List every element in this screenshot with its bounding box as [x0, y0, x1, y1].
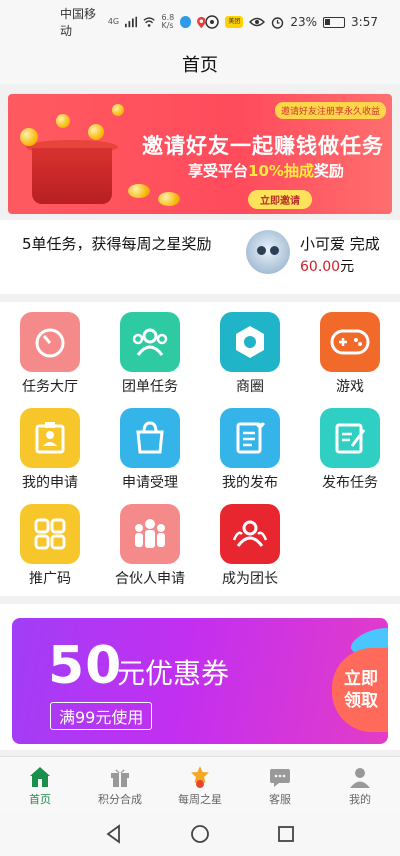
coupon-section: 50 元优惠券 满99元使用 立即 领取	[0, 604, 400, 750]
page-title: 首页	[182, 55, 218, 76]
nfc-icon	[205, 15, 220, 29]
grid-item-group-task[interactable]: 团单任务	[100, 302, 200, 397]
grid-item-become-team-leader[interactable]: 成为团长	[200, 494, 300, 589]
feature-grid: 任务大厅 团单任务 商圈 游戏 我的申请 申请受理 我的发布 发布任务 推广码 …	[0, 302, 400, 596]
grid-item-my-applications[interactable]: 我的申请	[0, 398, 100, 493]
status-bar: 中国移动 4G 6.8 K/s 美团 23% 3:57	[0, 0, 400, 44]
coin-icon	[112, 104, 124, 116]
coin-icon	[56, 114, 70, 128]
carrier-name: 中国移动	[60, 7, 97, 38]
clock: 3:57	[351, 15, 378, 29]
document-heart-icon	[220, 408, 280, 468]
coupon-unit: 元优惠券	[117, 657, 230, 690]
star-medal-icon	[191, 766, 209, 788]
nav-weekly-star[interactable]: 每周之星	[160, 763, 240, 813]
banner-subtitle: 享受平台10%抽成奖励	[188, 162, 344, 180]
shopping-bag-icon	[120, 408, 180, 468]
nav-points[interactable]: 积分合成	[80, 763, 160, 813]
user-icon	[350, 768, 370, 788]
battery-percent: 23%	[290, 15, 318, 29]
page-header: 首页	[0, 44, 400, 84]
home-icon	[30, 767, 50, 787]
system-nav-bar	[0, 812, 400, 856]
grid-item-games[interactable]: 游戏	[300, 302, 400, 397]
gift-box-illustration	[32, 148, 112, 204]
browser-app-icon	[180, 16, 191, 28]
meituan-app-badge: 美团	[225, 16, 244, 28]
invite-now-button[interactable]: 立即邀请	[248, 190, 312, 209]
claim-coupon-button[interactable]: 立即 领取	[332, 648, 388, 732]
people-icon	[120, 504, 180, 564]
coupon-condition: 满99元使用	[50, 702, 153, 730]
grid-item-promo-code[interactable]: 推广码	[0, 494, 100, 589]
id-card-icon	[20, 408, 80, 468]
gamepad-icon	[320, 312, 380, 372]
coin-icon	[158, 192, 180, 206]
timer-icon	[20, 312, 80, 372]
invite-banner[interactable]: 邀请好友注册享永久收益 邀请好友一起赚钱做任务 享受平台10%抽成奖励 立即邀请	[8, 94, 392, 214]
alarm-icon	[272, 16, 284, 29]
coupon-amount: 50	[48, 636, 123, 696]
coin-icon	[128, 184, 150, 198]
reward-amount: 60.00元	[300, 259, 355, 275]
coin-icon	[88, 124, 104, 140]
hexagon-icon	[220, 312, 280, 372]
battery-icon	[323, 16, 346, 28]
nav-profile[interactable]: 我的	[320, 763, 400, 813]
eye-icon	[249, 17, 266, 27]
team-leader-icon	[220, 504, 280, 564]
news-text: 5单任务，获得每周之星奖励	[22, 235, 212, 253]
banner-tag: 邀请好友注册享永久收益	[274, 102, 386, 119]
grid-item-business-circle[interactable]: 商圈	[200, 302, 300, 397]
user-name: 小可爱 完成	[300, 235, 380, 253]
grid-item-task-hall[interactable]: 任务大厅	[0, 302, 100, 397]
chat-icon	[270, 769, 290, 787]
banner-title: 邀请好友一起赚钱做任务	[142, 134, 384, 158]
back-icon[interactable]	[104, 824, 124, 844]
bottom-nav: 首页 积分合成 每周之星 客服 我的	[0, 756, 400, 812]
location-pin-icon	[196, 16, 206, 28]
home-circle-icon[interactable]	[190, 824, 210, 844]
coin-icon	[20, 128, 38, 146]
nav-customer-service[interactable]: 客服	[240, 763, 320, 813]
recents-icon[interactable]	[276, 824, 296, 844]
grid-item-my-posts[interactable]: 我的发布	[200, 398, 300, 493]
nav-home[interactable]: 首页	[0, 763, 80, 813]
avatar	[246, 230, 290, 274]
qr-code-icon	[20, 504, 80, 564]
coupon-card[interactable]: 50 元优惠券 满99元使用 立即 领取	[12, 618, 388, 744]
news-ticker[interactable]: 5单任务，获得每周之星奖励 小可爱 完成 60.00元	[0, 220, 400, 294]
grid-item-publish-task[interactable]: 发布任务	[300, 398, 400, 493]
wifi-icon	[143, 17, 156, 27]
group-icon	[120, 312, 180, 372]
network-badge: 4G	[107, 17, 120, 26]
signal-icon	[125, 16, 138, 28]
network-speed: 6.8 K/s	[161, 13, 175, 30]
gift-icon	[111, 769, 129, 787]
grid-item-partner-application[interactable]: 合伙人申请	[100, 494, 200, 589]
grid-item-application-processing[interactable]: 申请受理	[100, 398, 200, 493]
edit-note-icon	[320, 408, 380, 468]
